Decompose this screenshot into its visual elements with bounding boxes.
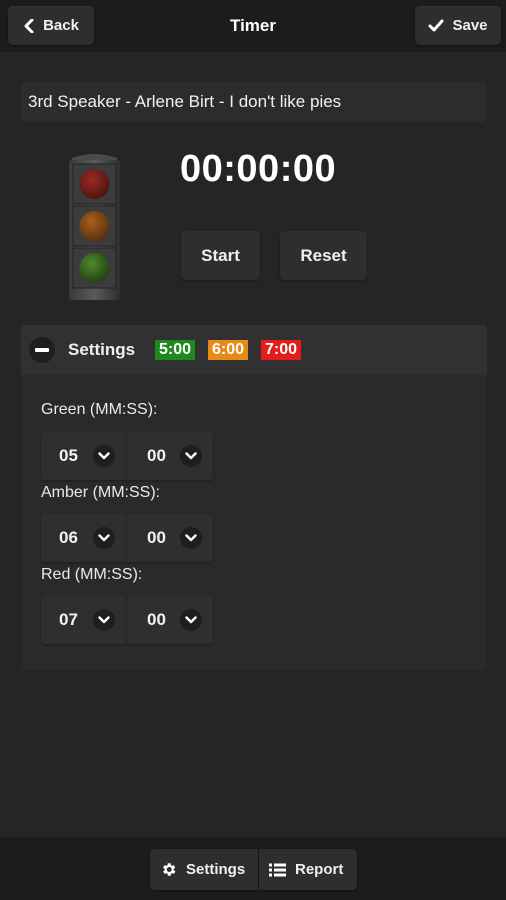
back-label: Back [43,17,79,34]
traffic-light-icon [69,154,120,300]
amber-time-badge: 6:00 [208,340,249,360]
amber-minutes-value: 06 [59,528,78,547]
back-button[interactable]: Back [8,6,94,45]
save-label: Save [452,17,488,34]
amber-minutes-select[interactable]: 06 [41,514,126,562]
list-icon [269,863,286,876]
chevron-down-icon [93,527,115,549]
red-minutes-select[interactable]: 07 [41,596,126,644]
amber-field-label: Amber (MM:SS): [41,484,161,501]
green-seconds-select[interactable]: 00 [127,432,213,480]
chevron-down-icon [180,527,202,549]
footer-settings-label: Settings [186,861,246,878]
green-field-label: Green (MM:SS): [41,401,158,418]
chevron-left-icon [24,18,34,33]
timer-display: 00:00:00 [180,148,337,190]
green-seconds-value: 00 [147,446,166,465]
gear-icon [163,863,176,876]
check-icon [428,19,444,31]
save-button[interactable]: Save [415,6,501,45]
header-bar: Back Timer Save [0,0,506,52]
amber-seconds-value: 00 [147,528,166,547]
green-time-badge: 5:00 [155,340,196,360]
red-seconds-select[interactable]: 00 [127,596,213,644]
red-field-label: Red (MM:SS): [41,566,143,583]
chevron-down-icon [180,445,202,467]
green-minutes-value: 05 [59,446,78,465]
footer-bar: Settings Report [0,837,506,900]
red-time-badge: 7:00 [261,340,302,360]
settings-panel-title: Settings [68,340,136,359]
settings-panel-header[interactable]: Settings 5:00 6:00 7:00 [21,325,487,375]
footer-report-button[interactable]: Report [259,849,357,890]
start-button[interactable]: Start [181,231,260,280]
footer-settings-button[interactable]: Settings [150,849,258,890]
chevron-down-icon [180,609,202,631]
red-seconds-value: 00 [147,610,166,629]
amber-seconds-select[interactable]: 00 [127,514,213,562]
chevron-down-icon [93,609,115,631]
green-minutes-select[interactable]: 05 [41,432,126,480]
chevron-down-icon [93,445,115,467]
settings-panel: Settings 5:00 6:00 7:00 Green (MM:SS): 0… [21,325,487,670]
speaker-name-field[interactable]: 3rd Speaker - Arlene Birt - I don't like… [21,82,486,122]
footer-report-label: Report [295,861,344,878]
minus-icon[interactable] [29,337,55,363]
reset-button[interactable]: Reset [280,231,367,280]
red-minutes-value: 07 [59,610,78,629]
